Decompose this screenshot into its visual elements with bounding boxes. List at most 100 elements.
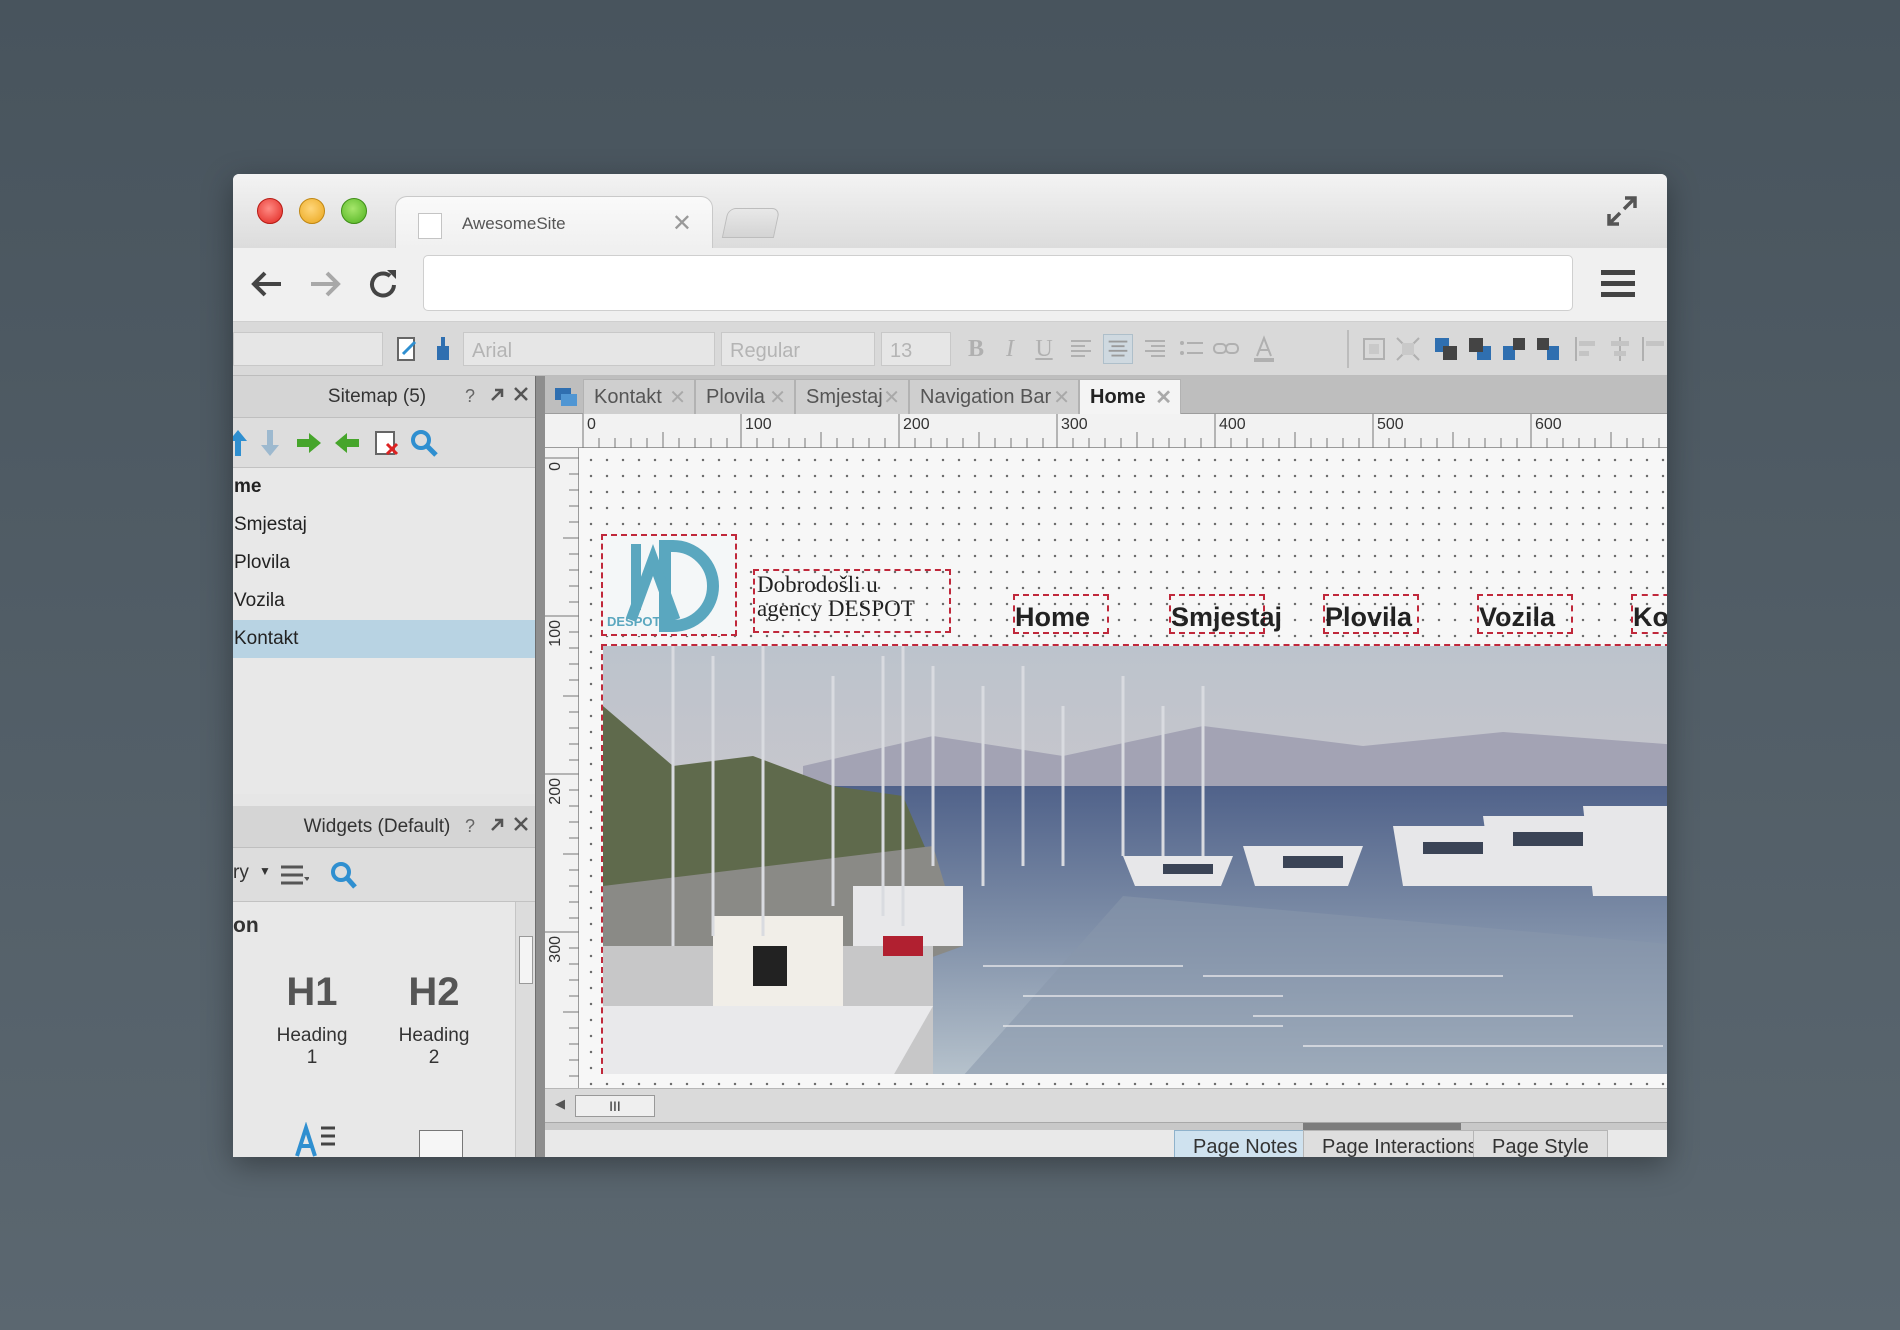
widget-heading-1[interactable]: H1 Heading 1 (271, 970, 353, 1069)
group-icon[interactable] (1359, 334, 1389, 364)
tab-page-notes[interactable]: Page Notes (1174, 1130, 1317, 1157)
bold-button[interactable]: B (961, 334, 991, 364)
pop-out-icon[interactable] (488, 386, 506, 404)
back-arrow-icon[interactable] (247, 264, 287, 304)
underline-button[interactable]: U (1029, 334, 1059, 364)
tab-close-icon[interactable]: ✕ (1053, 385, 1070, 410)
tab-plovila[interactable]: Plovila ✕ (695, 379, 795, 414)
sitemap-item-home[interactable]: me (233, 468, 536, 506)
tab-close-icon[interactable]: ✕ (1155, 385, 1172, 410)
nav-link-home[interactable]: Home (1015, 602, 1090, 633)
widget-heading-2[interactable]: H2 Heading 2 (393, 970, 475, 1069)
nav-link-vozila[interactable]: Vozila (1479, 602, 1555, 633)
library-dropdown[interactable]: ry (233, 862, 249, 884)
ungroup-icon[interactable] (1393, 334, 1423, 364)
align-objects-right-icon[interactable] (1637, 334, 1667, 364)
send-back-icon[interactable] (1533, 334, 1563, 364)
nav-home-widget[interactable]: Home (1013, 594, 1109, 634)
font-size-dropdown[interactable]: 13 (881, 332, 951, 366)
bring-forward-icon[interactable] (1465, 334, 1495, 364)
widgets-scrollbar[interactable] (515, 902, 536, 1157)
pop-out-icon[interactable] (488, 816, 506, 834)
align-objects-center-icon[interactable] (1605, 334, 1635, 364)
close-panel-icon[interactable] (513, 816, 529, 832)
marina-photo (603, 646, 1667, 1074)
tab-page-style[interactable]: Page Style (1473, 1130, 1608, 1157)
sitemap-page-icon[interactable] (553, 384, 579, 408)
panel-splitter[interactable] (535, 376, 545, 1157)
scroll-thumb[interactable]: III (575, 1095, 655, 1117)
style-dropdown[interactable] (233, 332, 383, 366)
nav-plovila-widget[interactable]: Plovila (1323, 594, 1419, 634)
sitemap-item-smjestaj[interactable]: Smjestaj (233, 506, 536, 544)
sitemap-item-vozila[interactable]: Vozila (233, 582, 536, 620)
chevron-down-icon[interactable]: ▼ (259, 864, 271, 878)
align-right-icon[interactable] (1139, 334, 1169, 364)
heading-1-glyph: H1 (286, 970, 338, 1014)
list-menu-icon[interactable] (279, 862, 309, 888)
nav-link-plovila[interactable]: Plovila (1325, 602, 1412, 633)
bullet-list-icon[interactable] (1177, 334, 1207, 364)
font-color-icon[interactable] (1249, 334, 1279, 364)
nav-kontakt-widget[interactable]: Ko (1631, 594, 1667, 634)
paint-bucket-icon[interactable] (427, 334, 457, 364)
font-family-dropdown[interactable]: Arial (463, 332, 715, 366)
bottom-splitter[interactable] (545, 1122, 1667, 1131)
address-bar[interactable] (423, 255, 1573, 311)
italic-button[interactable]: I (995, 334, 1025, 364)
bring-front-icon[interactable] (1431, 334, 1461, 364)
send-backward-icon[interactable] (1499, 334, 1529, 364)
horizontal-scrollbar[interactable]: ◀ III (545, 1088, 1667, 1122)
nav-link-smjestaj[interactable]: Smjestaj (1171, 602, 1282, 633)
ruler-label: 200 (903, 416, 930, 433)
forward-arrow-icon[interactable] (305, 264, 345, 304)
tab-close-icon[interactable]: ✕ (669, 385, 686, 410)
fullscreen-icon[interactable] (1605, 194, 1639, 228)
tab-close-icon[interactable]: ✕ (883, 385, 900, 410)
design-canvas[interactable]: DESPOT Dobrodošli u agency DESPOT Home S… (579, 448, 1667, 1088)
search-icon[interactable] (329, 860, 357, 890)
link-icon[interactable] (1211, 334, 1241, 364)
tab-kontakt[interactable]: Kontakt ✕ (583, 379, 695, 414)
tab-close-icon[interactable]: ✕ (672, 209, 692, 238)
format-painter-icon[interactable] (393, 334, 423, 364)
scroll-left-icon[interactable]: ◀ (555, 1096, 565, 1112)
tab-close-icon[interactable]: ✕ (769, 385, 786, 410)
nav-link-kontakt[interactable]: Ko (1633, 602, 1667, 633)
marina-image-widget[interactable] (601, 644, 1667, 1074)
help-icon[interactable]: ? (465, 386, 475, 407)
tab-navigation-bar[interactable]: Navigation Bar ✕ (909, 379, 1079, 414)
close-window-button[interactable] (257, 198, 283, 224)
text-paragraph-icon[interactable] (295, 1122, 339, 1157)
font-style-dropdown[interactable]: Regular (721, 332, 875, 366)
align-left-icon[interactable] (1067, 334, 1097, 364)
zoom-window-button[interactable] (341, 198, 367, 224)
delete-page-icon[interactable] (373, 428, 401, 458)
move-up-icon[interactable] (233, 428, 249, 458)
sitemap-item-plovila[interactable]: Plovila (233, 544, 536, 582)
indent-icon[interactable] (295, 431, 323, 455)
welcome-text-widget[interactable]: Dobrodošli u agency DESPOT (753, 569, 951, 633)
align-objects-left-icon[interactable] (1571, 334, 1601, 364)
scroll-thumb[interactable] (519, 936, 533, 984)
sitemap-item-kontakt[interactable]: Kontakt (233, 620, 536, 658)
tab-label: Plovila (706, 386, 765, 408)
move-down-icon[interactable] (259, 428, 281, 458)
outdent-icon[interactable] (333, 431, 361, 455)
tab-page-interactions[interactable]: Page Interactions (1303, 1130, 1497, 1157)
help-icon[interactable]: ? (465, 816, 475, 837)
logo-widget[interactable]: DESPOT (601, 534, 737, 636)
minimize-window-button[interactable] (299, 198, 325, 224)
browser-tab[interactable]: AwesomeSite ✕ (395, 196, 713, 248)
close-panel-icon[interactable] (513, 386, 529, 402)
new-tab-button[interactable] (721, 208, 781, 238)
hamburger-menu-icon[interactable] (1599, 268, 1637, 300)
tab-home[interactable]: Home ✕ (1079, 379, 1181, 414)
nav-vozila-widget[interactable]: Vozila (1477, 594, 1573, 634)
align-center-icon[interactable] (1103, 334, 1133, 364)
tab-smjestaj[interactable]: Smjestaj ✕ (795, 379, 909, 414)
search-icon[interactable] (409, 428, 439, 458)
nav-smjestaj-widget[interactable]: Smjestaj (1169, 594, 1282, 634)
rectangle-widget-icon[interactable] (419, 1130, 463, 1157)
reload-icon[interactable] (363, 264, 403, 304)
